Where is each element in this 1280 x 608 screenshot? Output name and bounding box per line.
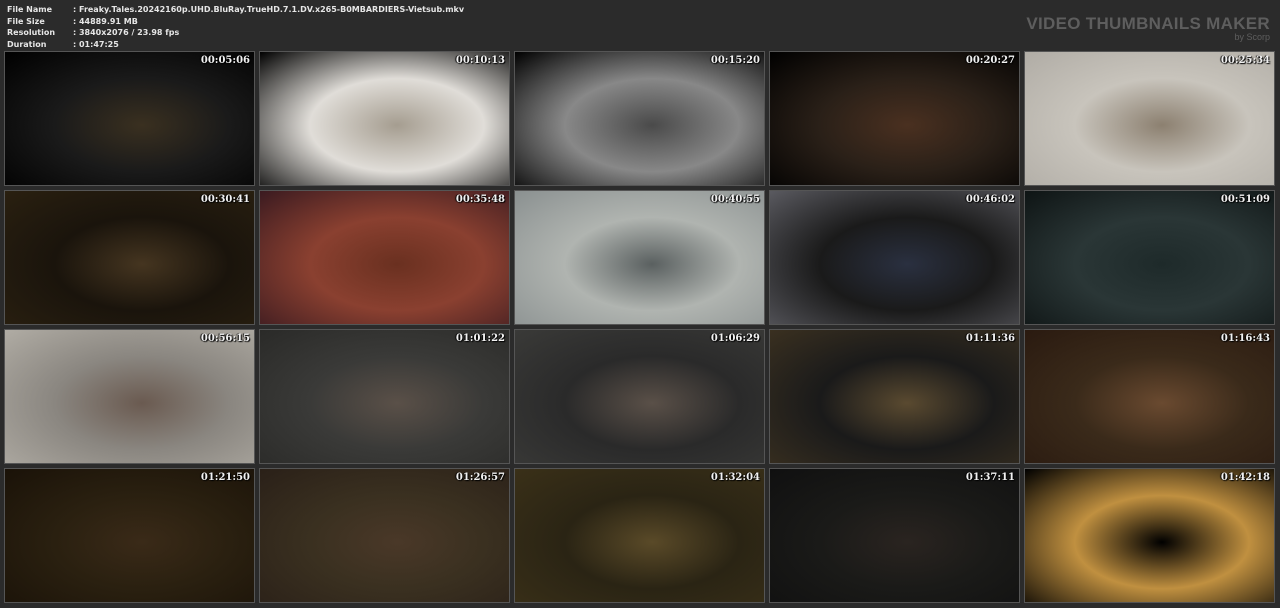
video-thumbnail: 00:46:02 [769,190,1020,325]
info-row: Duration: 01:47:25 [7,39,464,51]
info-value: 3840x2076 / 23.98 fps [78,28,180,37]
video-thumbnail: 01:26:57 [259,468,510,603]
info-value: 01:47:25 [78,39,119,49]
video-thumbnail: 00:56:15 [4,329,255,464]
info-label: Duration [7,39,47,49]
timestamp: 00:10:13 [455,55,505,66]
info-value: Freaky.Tales.20242160p.UHD.BluRay.TrueHD… [78,5,465,14]
timestamp: 01:32:04 [710,472,760,483]
timestamp: 01:37:11 [965,472,1015,483]
info-label: Resolution [7,28,56,37]
timestamp: 00:46:02 [965,194,1015,205]
info-label: File Name [7,5,53,14]
video-thumbnail: 01:37:11 [769,468,1020,603]
timestamp: 00:20:27 [965,55,1015,66]
video-thumbnail: 00:05:06 [4,51,255,186]
video-thumbnail: 00:51:09 [1024,190,1275,325]
thumbnail-grid: 00:05:06 00:10:13 00:15:20 00:20:27 00:25:34… [4,51,1275,603]
video-thumbnail: 00:30:41 [4,190,255,325]
timestamp: 01:16:43 [1220,333,1270,344]
file-info-panel: File Name: Freaky.Tales.20242160p.UHD.Bl… [7,4,464,50]
info-label: File Size [7,16,45,26]
video-thumbnail: 00:25:34 [1024,51,1275,186]
info-row: File Name: Freaky.Tales.20242160p.UHD.Bl… [7,4,464,16]
timestamp: 00:51:09 [1220,194,1270,205]
video-thumbnail: 01:06:29 [514,329,765,464]
video-thumbnail: 01:21:50 [4,468,255,603]
timestamp: 01:21:50 [200,472,250,483]
info-row: File Size: 44889.91 MB [7,16,464,28]
video-thumbnail: 01:32:04 [514,468,765,603]
timestamp: 01:26:57 [455,472,505,483]
video-thumbnail: 00:40:55 [514,190,765,325]
info-row: Resolution: 3840x2076 / 23.98 fps [7,27,464,39]
video-thumbnail: 01:11:36 [769,329,1020,464]
video-thumbnail: 00:20:27 [769,51,1020,186]
timestamp: 01:42:18 [1220,472,1270,483]
timestamp: 00:15:20 [710,55,760,66]
info-value: 44889.91 MB [78,16,138,26]
timestamp: 00:40:55 [710,194,760,205]
timestamp: 00:56:15 [200,333,250,344]
brand-watermark: VIDEO THUMBNAILS MAKER by Scorp [1026,14,1270,42]
brand-title: VIDEO THUMBNAILS MAKER [1026,14,1270,33]
video-thumbnail: 01:42:18 [1024,468,1275,603]
timestamp: 00:30:41 [200,194,250,205]
timestamp: 01:11:36 [965,333,1015,344]
video-thumbnail: 00:10:13 [259,51,510,186]
timestamp: 00:05:06 [200,55,250,66]
video-thumbnail: 00:15:20 [514,51,765,186]
timestamp: 01:01:22 [455,333,505,344]
video-thumbnail: 01:01:22 [259,329,510,464]
video-thumbnail: 00:35:48 [259,190,510,325]
timestamp: 01:06:29 [710,333,760,344]
timestamp: 00:25:34 [1220,55,1270,66]
video-thumbnail: 01:16:43 [1024,329,1275,464]
timestamp: 00:35:48 [455,194,505,205]
